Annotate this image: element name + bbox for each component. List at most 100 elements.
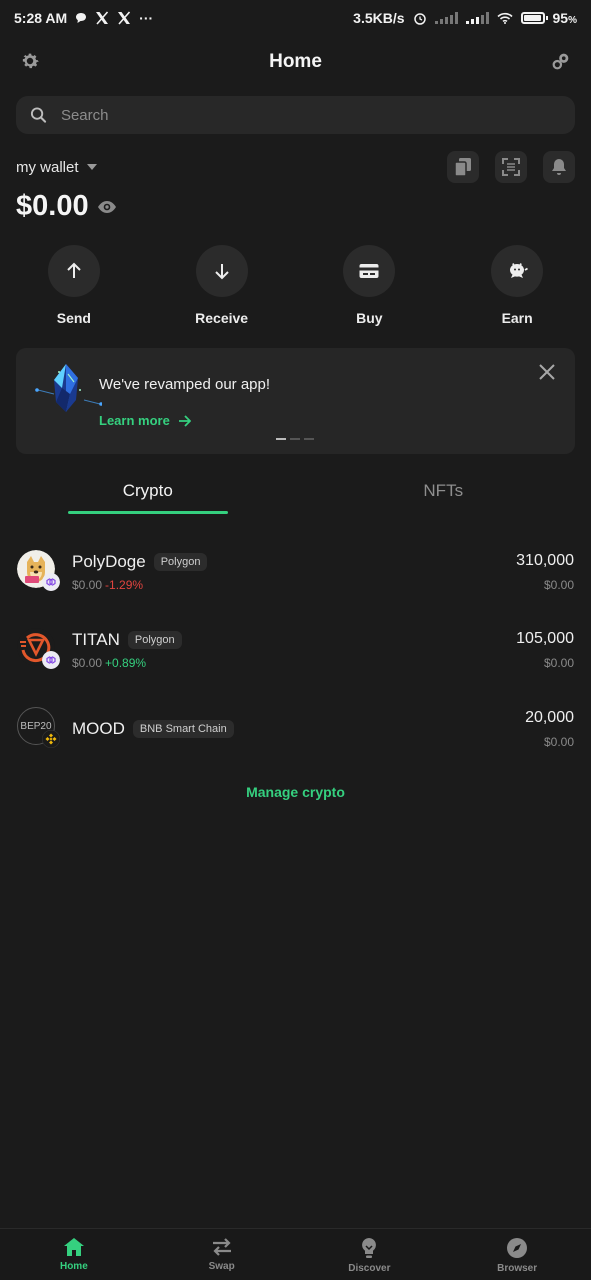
token-change: +0.89% xyxy=(105,656,147,670)
token-value: $0.00 xyxy=(543,735,574,749)
buy-label: Buy xyxy=(356,310,383,326)
battery-percent: 95% xyxy=(552,10,577,26)
bulb-icon xyxy=(362,1238,377,1258)
manage-crypto-button[interactable]: Manage crypto xyxy=(0,784,591,800)
piggy-icon xyxy=(510,263,529,278)
bell-icon xyxy=(552,159,566,175)
nav-swap[interactable]: Swap xyxy=(148,1229,296,1280)
chat-bubble-icon xyxy=(76,13,87,23)
battery-icon xyxy=(520,12,548,24)
arrow-right-icon xyxy=(178,414,191,427)
chain-badge: Polygon xyxy=(127,631,182,649)
walletconnect-button[interactable] xyxy=(549,50,573,74)
token-change: -1.29% xyxy=(105,578,144,592)
more-icon: ··· xyxy=(139,10,154,26)
page-title: Home xyxy=(269,51,322,72)
scan-button[interactable] xyxy=(495,151,527,183)
notifications-button[interactable] xyxy=(543,151,575,183)
balance-value: $0.00 xyxy=(16,190,89,222)
nav-discover-label: Discover xyxy=(348,1263,391,1274)
token-name-row: TITAN Polygon xyxy=(72,630,182,650)
promo-banner[interactable]: We've revamped our app! Learn more xyxy=(16,348,575,454)
token-row[interactable]: BEP20 MOOD BNB Smart Chain 20,000 $0.00 xyxy=(0,697,591,757)
quick-actions: Send Receive Buy Earn xyxy=(0,245,591,326)
search-icon xyxy=(30,107,47,123)
receive-button[interactable]: Receive xyxy=(148,245,296,326)
active-tab-indicator xyxy=(68,511,228,514)
token-name: MOOD xyxy=(72,719,125,738)
earn-circle xyxy=(491,245,544,297)
x-logo-icon xyxy=(96,11,109,25)
scan-icon xyxy=(502,158,520,176)
wallet-selector[interactable]: my wallet xyxy=(16,159,97,176)
compass-icon xyxy=(507,1238,528,1258)
token-amount: 105,000 xyxy=(516,630,574,647)
tab-nfts[interactable]: NFTs xyxy=(296,468,591,514)
buy-circle xyxy=(343,245,396,297)
token-amount: 310,000 xyxy=(516,552,574,569)
learn-more-link[interactable]: Learn more xyxy=(99,413,191,428)
status-bar: 5:28 AM ··· 3.5KB/s 95% xyxy=(0,0,591,36)
nav-browser-label: Browser xyxy=(497,1263,538,1274)
nav-swap-label: Swap xyxy=(208,1261,235,1272)
token-value: $0.00 xyxy=(543,656,574,670)
settings-button[interactable] xyxy=(18,50,42,74)
buy-button[interactable]: Buy xyxy=(296,245,444,326)
nav-home-label: Home xyxy=(59,1261,88,1272)
bnb-chain-icon xyxy=(42,730,60,748)
send-label: Send xyxy=(56,310,91,326)
send-button[interactable]: Send xyxy=(0,245,148,326)
chain-badge: Polygon xyxy=(153,553,208,571)
earn-button[interactable]: Earn xyxy=(443,245,591,326)
header: Home xyxy=(0,44,591,80)
search-input[interactable] xyxy=(60,106,561,124)
bottom-nav: Home Swap Discover Browser xyxy=(0,1228,591,1280)
wifi-icon xyxy=(496,12,513,24)
copy-address-button[interactable] xyxy=(447,151,479,183)
learn-more-label: Learn more xyxy=(99,413,170,428)
link-icon xyxy=(552,53,569,70)
nav-discover[interactable]: Discover xyxy=(296,1229,444,1280)
chevron-down-icon xyxy=(86,164,97,170)
home-icon xyxy=(63,1238,84,1256)
x-logo-icon xyxy=(118,11,131,25)
balance: $0.00 xyxy=(16,190,117,223)
earn-label: Earn xyxy=(501,310,533,326)
wallet-name: my wallet xyxy=(16,158,79,176)
chain-badge: BNB Smart Chain xyxy=(132,720,234,738)
receive-circle xyxy=(195,245,248,297)
arrow-up-icon xyxy=(67,262,81,278)
token-price: $0.00 xyxy=(72,578,103,592)
receive-label: Receive xyxy=(195,310,249,326)
signal-icon-sim2 xyxy=(465,12,489,24)
arrow-down-icon xyxy=(214,264,229,280)
token-price: $0.00 xyxy=(72,656,103,670)
token-row[interactable]: PolyDoge Polygon $0.00 -1.29% 310,000 $0… xyxy=(0,540,591,600)
net-speed: 3.5KB/s xyxy=(353,10,405,26)
nav-browser[interactable]: Browser xyxy=(443,1229,591,1280)
alarm-icon xyxy=(413,13,426,25)
search-bar[interactable] xyxy=(16,96,575,134)
swap-icon xyxy=(212,1238,231,1256)
copy-icon xyxy=(455,158,471,176)
signal-icon-sim1 xyxy=(434,12,458,24)
nav-home[interactable]: Home xyxy=(0,1229,148,1280)
tab-crypto[interactable]: Crypto xyxy=(0,468,296,514)
token-name-row: PolyDoge Polygon xyxy=(72,552,208,572)
token-row[interactable]: TITAN Polygon $0.00 +0.89% 105,000 $0.00 xyxy=(0,618,591,678)
token-value: $0.00 xyxy=(543,578,574,592)
asset-tabs: Crypto NFTs xyxy=(0,468,591,514)
card-icon xyxy=(359,264,379,278)
eye-icon[interactable] xyxy=(97,200,117,214)
gear-icon xyxy=(22,53,39,69)
crystal-illustration xyxy=(35,364,102,412)
polygon-icon xyxy=(42,573,60,591)
token-name-row: MOOD BNB Smart Chain xyxy=(72,719,234,739)
close-icon[interactable] xyxy=(537,362,557,382)
token-price-row: $0.00 -1.29% xyxy=(72,578,143,592)
tab-nfts-label: NFTs xyxy=(423,481,464,500)
token-name: TITAN xyxy=(72,630,120,649)
token-price-row: $0.00 +0.89% xyxy=(72,656,146,670)
send-circle xyxy=(47,245,100,297)
carousel-dots xyxy=(276,438,314,440)
